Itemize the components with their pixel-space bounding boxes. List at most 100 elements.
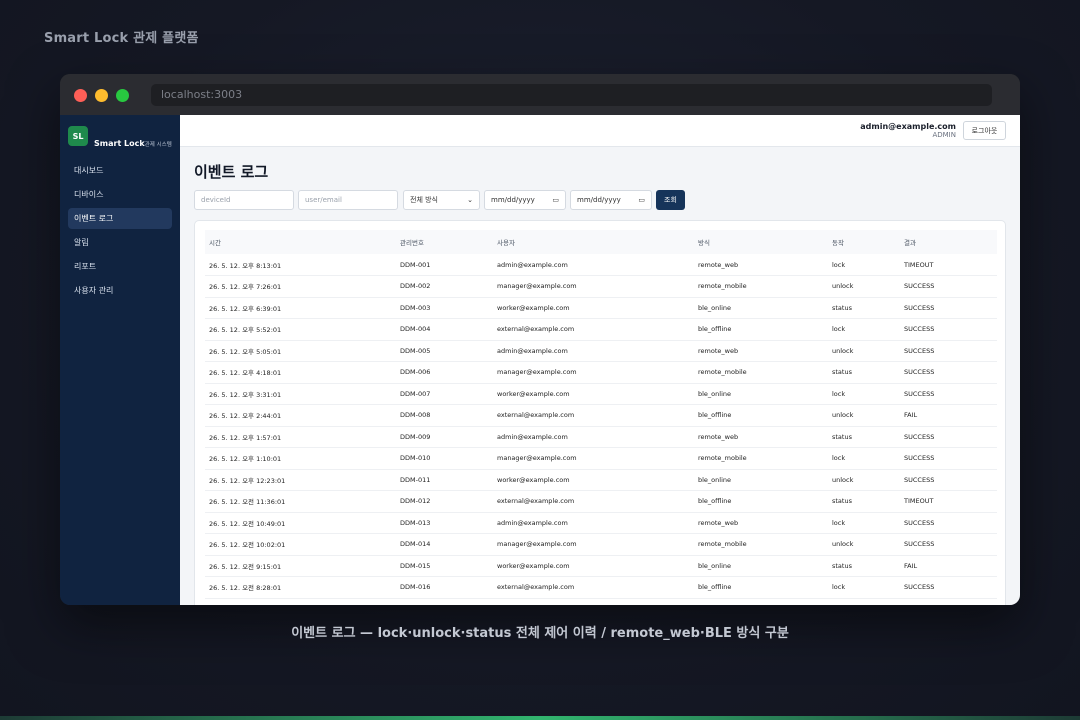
cell-method: ble_online (694, 297, 828, 319)
calendar-icon[interactable]: ▭ (552, 196, 559, 204)
cell-method: ble_offline (694, 490, 828, 513)
table-row[interactable]: 26. 5. 12. 오후 2:44:01 DDM-008 external@exa… (205, 404, 997, 427)
logout-button[interactable]: 로그아웃 (963, 121, 1006, 140)
table-row[interactable]: 26. 5. 12. 오전 10:49:01 DDM-013 admin@examp… (205, 512, 997, 534)
cell-method: remote_web (694, 426, 828, 448)
cell-result: SUCCESS (900, 512, 997, 534)
browser-window: localhost:3003 SL Smart Lock관제 시스템 대시보드 … (60, 74, 1020, 605)
cell-time: 26. 5. 12. 오후 4:18:01 (205, 361, 396, 384)
table-row[interactable]: 26. 5. 12. 오전 9:15:01 DDM-015 worker@examp… (205, 555, 997, 577)
cell-result: SUCCESS (900, 533, 997, 556)
cell-user: external@example.com (493, 318, 694, 341)
table-row[interactable]: 26. 5. 12. 오전 7:41:01DDM-017admin@exampl… (205, 598, 997, 605)
cell-result: FAIL (900, 404, 997, 427)
table-row[interactable]: 26. 5. 12. 오후 12:23:01 DDM-011 worker@exam… (205, 469, 997, 491)
cell-method: remote_web (694, 340, 828, 362)
cell-device-no: DDM-014 (396, 533, 493, 556)
cell-time: 26. 5. 12. 오전 10:02:01 (205, 533, 396, 556)
page-title: 이벤트 로그 (194, 163, 269, 181)
cell-action: status (828, 426, 900, 448)
cell-user: worker@example.com (493, 297, 694, 319)
column-header-time[interactable]: 시간 (205, 230, 396, 254)
table-row[interactable]: 26. 5. 12. 오후 5:52:01 DDM-004 external@exa… (205, 318, 997, 341)
cell-action: status (828, 555, 900, 577)
cell-time: 26. 5. 12. 오후 5:05:01 (205, 340, 396, 362)
cell-time: 26. 5. 12. 오전 11:36:01 (205, 490, 396, 513)
table-row[interactable]: 26. 5. 12. 오전 8:28:01 DDM-016 external@exa… (205, 576, 997, 599)
table-row[interactable]: 26. 5. 12. 오후 8:13:01 DDM-001 admin@exampl… (205, 254, 997, 276)
calendar-icon[interactable]: ▭ (638, 196, 645, 204)
sidebar-item-devices[interactable]: 디바이스 (68, 184, 172, 205)
cell-method: ble_online (694, 383, 828, 405)
column-header-device-no[interactable]: 관리번호 (396, 230, 493, 254)
cell-method: ble_online (694, 555, 828, 577)
cell-result: SUCCESS (900, 576, 997, 599)
cell-user: external@example.com (493, 404, 694, 427)
search-button[interactable]: 조회 (656, 190, 685, 210)
table-row[interactable]: 26. 5. 12. 오후 7:26:01 DDM-002 manager@exam… (205, 275, 997, 298)
cell-action: lock (828, 447, 900, 470)
column-header-result[interactable]: 결과 (900, 230, 997, 254)
table-row[interactable]: 26. 5. 12. 오후 4:18:01 DDM-006 manager@exam… (205, 361, 997, 384)
cell-device-no: DDM-017 (396, 598, 493, 605)
column-header-user[interactable]: 사용자 (493, 230, 694, 254)
cell-result: SUCCESS (900, 383, 997, 405)
table-row[interactable]: 26. 5. 12. 오후 3:31:01 DDM-007 worker@examp… (205, 383, 997, 405)
table-row[interactable]: 26. 5. 12. 오전 10:02:01 DDM-014 manager@exa… (205, 533, 997, 556)
date-from-input[interactable]: mm/dd/yyyy ▭ (484, 190, 566, 210)
table-row[interactable]: 26. 5. 12. 오후 6:39:01 DDM-003 worker@examp… (205, 297, 997, 319)
cell-device-no: DDM-013 (396, 512, 493, 534)
cell-time: 26. 5. 12. 오후 7:26:01 (205, 275, 396, 298)
cell-time: 26. 5. 12. 오전 10:49:01 (205, 512, 396, 534)
sidebar-item-reports[interactable]: 리포트 (68, 256, 172, 277)
cell-method: remote_mobile (694, 361, 828, 384)
user-email-input[interactable]: user/email (298, 190, 398, 210)
cell-device-no: DDM-006 (396, 361, 493, 384)
cell-time: 26. 5. 12. 오후 1:57:01 (205, 426, 396, 448)
table-row[interactable]: 26. 5. 12. 오전 11:36:01 DDM-012 external@ex… (205, 490, 997, 513)
cell-action: lock (828, 576, 900, 599)
device-id-input[interactable]: deviceId (194, 190, 294, 210)
cell-device-no: DDM-005 (396, 340, 493, 362)
cell-time: 26. 5. 12. 오후 12:23:01 (205, 469, 396, 491)
sidebar-item-alerts[interactable]: 알림 (68, 232, 172, 253)
cell-time: 26. 5. 12. 오전 8:28:01 (205, 576, 396, 599)
url-bar[interactable]: localhost:3003 (151, 84, 992, 106)
table-row[interactable]: 26. 5. 12. 오후 1:10:01 DDM-010 manager@exam… (205, 447, 997, 470)
cell-action: lock (828, 318, 900, 341)
table-row[interactable]: 26. 5. 12. 오후 5:05:01 DDM-005 admin@exampl… (205, 340, 997, 362)
cell-user: admin@example.com (493, 340, 694, 362)
cell-action: status (828, 490, 900, 513)
maximize-window-icon[interactable] (116, 89, 129, 102)
cell-user: external@example.com (493, 576, 694, 599)
page-caption-bottom: 이벤트 로그 — lock·unlock·status 전체 제어 이력 / r… (291, 626, 789, 641)
cell-time: 26. 5. 12. 오전 9:15:01 (205, 555, 396, 577)
sidebar-item-dashboard[interactable]: 대시보드 (68, 160, 172, 181)
cell-result: SUCCESS (900, 275, 997, 298)
column-header-method[interactable]: 방식 (694, 230, 828, 254)
cell-device-no: DDM-001 (396, 254, 493, 276)
method-select[interactable]: 전체 방식 ⌄ (403, 190, 480, 210)
event-log-card: 시간 관리번호 사용자 방식 동작 결과 26. 5. 12. 오후 8:13:… (194, 220, 1006, 605)
close-window-icon[interactable] (74, 89, 87, 102)
column-header-action[interactable]: 동작 (828, 230, 900, 254)
cell-device-no: DDM-010 (396, 447, 493, 470)
cell-device-no: DDM-003 (396, 297, 493, 319)
cell-method: ble_offline (694, 404, 828, 427)
cell-method: remote_mobile (694, 447, 828, 470)
cell-action: lock (828, 383, 900, 405)
cell-device-no: DDM-008 (396, 404, 493, 427)
cell-result: FAIL (900, 555, 997, 577)
sidebar-item-user-management[interactable]: 사용자 관리 (68, 280, 172, 301)
date-to-input[interactable]: mm/dd/yyyy ▭ (570, 190, 652, 210)
table-row[interactable]: 26. 5. 12. 오후 1:57:01 DDM-009 admin@exampl… (205, 426, 997, 448)
table-body: 26. 5. 12. 오후 8:13:01 DDM-001 admin@exampl… (205, 254, 997, 605)
page-caption-top: Smart Lock 관제 플랫폼 (44, 31, 199, 46)
cell-user: admin@example.com (493, 426, 694, 448)
cell-user: admin@example.com (493, 254, 694, 276)
cell-method: remote_web (694, 512, 828, 534)
cell-user: admin@example.com (493, 512, 694, 534)
sidebar-item-event-log[interactable]: 이벤트 로그 (68, 208, 172, 229)
app-root: SL Smart Lock관제 시스템 대시보드 디바이스 이벤트 로그 알림 … (60, 115, 1020, 605)
minimize-window-icon[interactable] (95, 89, 108, 102)
